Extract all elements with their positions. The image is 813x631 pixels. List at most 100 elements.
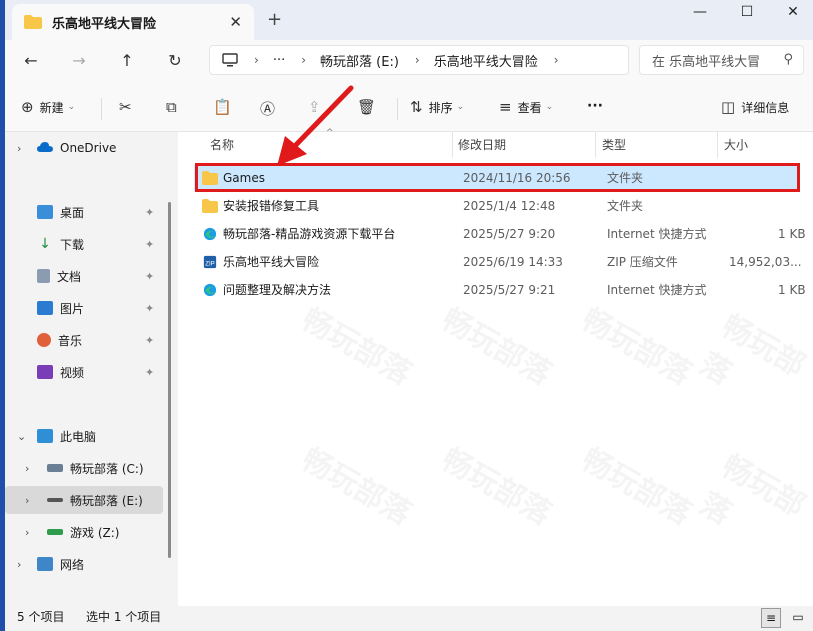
back-arrow-icon[interactable]: ← <box>19 50 43 74</box>
up-arrow-icon[interactable]: ↑ <box>115 50 139 74</box>
pin-icon[interactable]: ✦ <box>145 270 154 283</box>
file-size: 14,952,03... <box>729 255 802 269</box>
chevron-right-icon[interactable]: › <box>17 558 21 571</box>
new-button[interactable]: ⊕ 新建 ⌄ <box>21 98 75 116</box>
sidebar-scrollbar[interactable] <box>168 202 171 558</box>
sidebar-item-network[interactable]: › 网络 <box>5 550 163 578</box>
sidebar-item-drive-e[interactable]: › 畅玩部落 (E:) <box>5 486 163 514</box>
chevron-right-icon[interactable]: › <box>25 526 29 539</box>
new-tab-button[interactable]: + <box>267 9 282 30</box>
copy-button[interactable]: ⧉ <box>166 98 183 116</box>
folder-icon <box>24 15 42 29</box>
sidebar-item-videos[interactable]: 视频 ✦ <box>5 358 163 386</box>
sidebar-item-label: 音乐 <box>58 333 83 348</box>
watermark-text: 畅玩部落 <box>435 295 561 393</box>
drive-icon <box>47 464 63 472</box>
pin-icon[interactable]: ✦ <box>145 366 154 379</box>
sidebar-item-label: 文档 <box>57 269 82 284</box>
breadcrumb-drive[interactable]: 畅玩部落 (E:) <box>320 51 399 70</box>
tab-current-folder[interactable]: 乐高地平线大冒险 ✕ <box>12 4 254 40</box>
selection-count: 选中 1 个项目 <box>86 610 162 624</box>
forward-arrow-icon[interactable]: → <box>67 50 91 74</box>
sidebar-item-pictures[interactable]: 图片 ✦ <box>5 294 163 322</box>
maximize-button[interactable]: ☐ <box>724 0 770 30</box>
cut-button[interactable]: ✂ <box>119 98 138 116</box>
pin-icon[interactable]: ✦ <box>145 334 154 347</box>
pin-icon[interactable]: ✦ <box>145 302 154 315</box>
chevron-down-icon[interactable]: ⌄ <box>17 430 26 443</box>
drive-icon <box>47 498 63 502</box>
table-row[interactable]: 安装报错修复工具 2025/1/4 12:48 文件夹 <box>194 193 797 219</box>
delete-button[interactable]: 🗑 <box>357 98 382 116</box>
column-header-modified[interactable]: 修改日期 <box>458 132 506 158</box>
sidebar-item-drive-c[interactable]: › 畅玩部落 (C:) <box>5 454 163 482</box>
watermark-text: 畅玩部落 <box>295 435 421 533</box>
pin-icon[interactable]: ✦ <box>145 206 154 219</box>
watermark-text: 畅玩部落 <box>693 442 813 571</box>
edge-shortcut-icon <box>203 227 217 241</box>
sidebar-item-label: 畅玩部落 (E:) <box>70 493 143 508</box>
sidebar-item-label: 畅玩部落 (C:) <box>70 461 144 476</box>
breadcrumb-folder[interactable]: 乐高地平线大冒险 <box>434 51 538 70</box>
close-window-button[interactable]: ✕ <box>770 0 813 30</box>
chevron-right-icon[interactable]: › <box>25 462 29 475</box>
list-view-icon: ≡ <box>499 98 512 116</box>
sidebar-item-documents[interactable]: 文档 ✦ <box>5 262 163 290</box>
item-count: 5 个项目 <box>17 610 65 624</box>
watermark-text: 畅玩部落 <box>295 295 421 393</box>
sort-icon: ⇅ <box>410 98 423 116</box>
zip-icon: ZIP <box>203 255 217 269</box>
file-name: 乐高地平线大冒险 <box>223 255 320 269</box>
view-button[interactable]: ≡ 查看 ⌄ <box>499 98 553 116</box>
chevron-down-icon: ⌄ <box>456 102 465 112</box>
chevron-right-icon[interactable]: › <box>25 494 29 507</box>
address-bar[interactable]: › ··· › 畅玩部落 (E:) › 乐高地平线大冒险 › <box>209 45 629 75</box>
sidebar-item-this-pc[interactable]: ⌄ 此电脑 <box>5 422 163 450</box>
column-header-size[interactable]: 大小 <box>724 132 748 158</box>
file-type: Internet 快捷方式 <box>607 227 707 241</box>
table-row[interactable]: ZIP 乐高地平线大冒险 2025/6/19 14:33 ZIP 压缩文件 14… <box>194 249 802 275</box>
refresh-icon[interactable]: ↻ <box>163 50 187 74</box>
scissors-icon: ✂ <box>119 98 132 116</box>
column-header-name[interactable]: 名称 <box>210 132 234 158</box>
sidebar-item-drive-z[interactable]: › 游戏 (Z:) <box>5 518 163 546</box>
picture-icon <box>37 301 53 315</box>
search-placeholder: 在 乐高地平线大冒 <box>652 54 761 70</box>
download-icon: ↓ <box>39 236 51 252</box>
sidebar-item-music[interactable]: 音乐 ✦ <box>5 326 163 354</box>
breadcrumb-more[interactable]: ··· <box>273 53 285 68</box>
column-header-type[interactable]: 类型 <box>602 132 626 158</box>
tiles-view-icon[interactable]: ▭ <box>788 608 808 628</box>
monitor-icon <box>222 53 238 67</box>
file-size: 1 KB <box>778 283 806 297</box>
column-divider[interactable] <box>452 132 453 158</box>
file-explorer-window: 乐高地平线大冒险 ✕ + — ☐ ✕ ← → ↑ ↻ › ··· › 畅玩部落 … <box>5 0 813 631</box>
folder-icon <box>202 199 218 213</box>
file-modified: 2025/5/27 9:21 <box>463 283 556 297</box>
tab-close-icon[interactable]: ✕ <box>229 13 242 31</box>
search-icon[interactable]: ⚲ <box>783 52 793 67</box>
edge-shortcut-icon <box>203 283 217 297</box>
chevron-down-icon: ⌄ <box>545 102 554 112</box>
more-options-button[interactable]: ··· <box>587 98 603 114</box>
file-name: 安装报错修复工具 <box>223 199 320 213</box>
command-bar: ⊕ 新建 ⌄ ✂ ⧉ 📋 Ⓐ ⇪ 🗑 ⇅ 排序 ⌄ ≡ 查看 ⌄ ··· ◫ 详… <box>5 84 813 132</box>
sidebar-item-onedrive[interactable]: › OneDrive <box>5 134 163 162</box>
sidebar-item-label: 此电脑 <box>60 429 97 444</box>
sidebar-item-downloads[interactable]: ↓ 下载 ✦ <box>5 230 163 258</box>
table-row[interactable]: 畅玩部落-精品游戏资源下载平台 2025/5/27 9:20 Internet … <box>194 221 806 247</box>
paste-button[interactable]: 📋 <box>213 98 238 116</box>
sidebar-item-desktop[interactable]: 桌面 ✦ <box>5 198 163 226</box>
pin-icon[interactable]: ✦ <box>145 238 154 251</box>
column-divider[interactable] <box>595 132 596 158</box>
search-input[interactable]: 在 乐高地平线大冒 ⚲ <box>639 45 804 75</box>
sort-button[interactable]: ⇅ 排序 ⌄ <box>410 98 464 116</box>
details-pane-button[interactable]: ◫ 详细信息 <box>721 98 789 116</box>
table-row[interactable]: 问题整理及解决方法 2025/5/27 9:21 Internet 快捷方式 1… <box>194 277 806 303</box>
details-view-icon[interactable]: ≡ <box>761 608 781 628</box>
minimize-button[interactable]: — <box>677 0 723 30</box>
cloud-icon <box>37 141 53 155</box>
column-divider[interactable] <box>717 132 718 158</box>
annotation-arrow <box>277 85 354 166</box>
chevron-right-icon[interactable]: › <box>17 142 21 155</box>
